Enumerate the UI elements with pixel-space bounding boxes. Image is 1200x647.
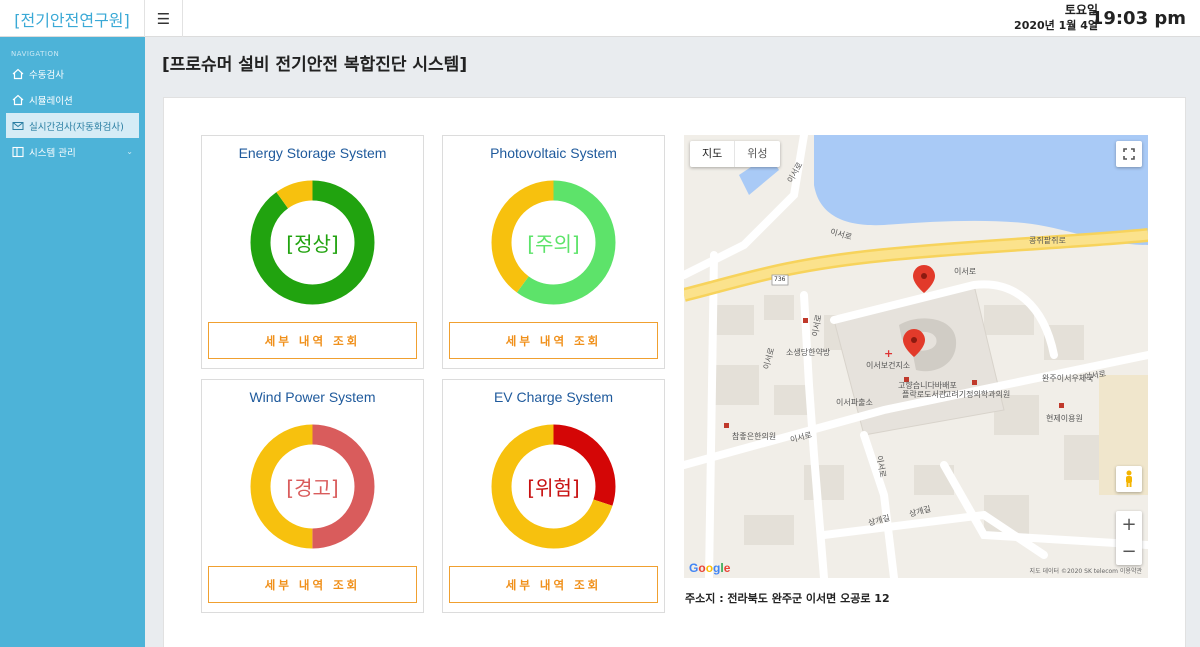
map-poi-label: 소생당한약방 bbox=[786, 348, 831, 357]
map-poi-label: 완주이서우체국 bbox=[1042, 374, 1094, 383]
system-card-ess: Energy Storage System [정상] 세부 내역 조회 bbox=[201, 135, 424, 369]
google-logo: Google bbox=[689, 561, 731, 575]
detail-button[interactable]: 세부 내역 조회 bbox=[449, 322, 658, 359]
map-poi-label: 이서보건지소 bbox=[866, 361, 911, 370]
tab-map[interactable]: 지도 bbox=[690, 141, 734, 167]
sidebar-item-label: 수동검사 bbox=[29, 69, 64, 81]
hamburger-icon[interactable]: ☰ bbox=[145, 0, 183, 37]
sidebar-item-realtime-inspection[interactable]: 실시간검사(자동화검사) bbox=[6, 113, 139, 138]
map-road-label: 이서로 bbox=[954, 267, 977, 276]
date-display: 토요일 2020년 1월 4일 bbox=[1014, 2, 1098, 34]
sidebar-item-manual-inspection[interactable]: 수동검사 bbox=[6, 61, 139, 86]
detail-button[interactable]: 세부 내역 조회 bbox=[208, 566, 417, 603]
sidebar-item-label: 실시간검사(자동화검사) bbox=[29, 121, 124, 133]
pegman-icon[interactable] bbox=[1116, 466, 1142, 492]
card-title: Photovoltaic System bbox=[490, 145, 617, 161]
map-poi-label: 현제이용원 bbox=[1046, 414, 1083, 423]
detail-button[interactable]: 세부 내역 조회 bbox=[208, 322, 417, 359]
brand-logo[interactable]: [전기안전연구원] bbox=[0, 0, 145, 37]
system-card-ev: EV Charge System [위험] 세부 내역 조회 bbox=[442, 379, 665, 613]
zoom-in-button[interactable]: + bbox=[1121, 511, 1136, 538]
nav-section-title: NAVIGATION bbox=[11, 50, 60, 58]
map-poi-label: 이서파출소 bbox=[836, 398, 873, 407]
status-label: [주의] bbox=[527, 232, 580, 256]
card-title: EV Charge System bbox=[493, 389, 614, 405]
page-title: [프로슈머 설비 전기안전 복합진단 시스템] bbox=[162, 55, 468, 75]
map-road-label: 콩쥐팥쥐로 bbox=[1029, 236, 1066, 245]
top-bar: [전기안전연구원] ☰ 토요일 2020년 1월 4일 19:03 pm bbox=[0, 0, 1200, 37]
date-text: 2020년 1월 4일 bbox=[1014, 19, 1098, 32]
status-label: [경고] bbox=[286, 476, 339, 500]
layout-icon bbox=[12, 146, 24, 157]
card-title: Wind Power System bbox=[249, 389, 376, 405]
map-poi-label: 참좋은한의원 bbox=[732, 432, 777, 441]
zoom-control: + − bbox=[1116, 511, 1142, 565]
fullscreen-icon[interactable] bbox=[1116, 141, 1142, 167]
status-label: [정상] bbox=[286, 232, 339, 256]
detail-button[interactable]: 세부 내역 조회 bbox=[449, 566, 658, 603]
map-poi-label: 고려기정의학과의원 bbox=[944, 390, 1011, 399]
mail-icon bbox=[12, 121, 24, 130]
chevron-down-icon: ⌄ bbox=[126, 147, 133, 156]
day-of-week: 토요일 bbox=[1064, 3, 1098, 17]
sidebar-item-label: 시뮬레이션 bbox=[29, 95, 73, 107]
address-text: 주소지 : 전라북도 완주군 이서면 오공로 12 bbox=[685, 592, 890, 605]
home-icon bbox=[12, 68, 24, 79]
map-type-tabs: 지도 위성 bbox=[690, 141, 780, 167]
route-badge: 736 bbox=[774, 276, 786, 283]
sidebar-item-label: 시스템 관리 bbox=[29, 147, 76, 159]
sidebar-item-simulation[interactable]: 시뮬레이션 bbox=[6, 87, 139, 112]
system-card-wind: Wind Power System [경고] 세부 내역 조회 bbox=[201, 379, 424, 613]
sidebar-item-system-admin[interactable]: 시스템 관리 ⌄ bbox=[6, 139, 139, 164]
tab-satellite[interactable]: 위성 bbox=[734, 141, 779, 167]
sidebar: NAVIGATION 수동검사 시뮬레이션 실시간검사(자동화검사) 시스템 관… bbox=[0, 37, 145, 647]
clock: 19:03 pm bbox=[1090, 8, 1186, 29]
status-label: [위험] bbox=[527, 476, 580, 500]
system-card-pv: Photovoltaic System [주의] 세부 내역 조회 bbox=[442, 135, 665, 369]
map-poi-label: 플락로도서관 bbox=[902, 390, 947, 399]
svg-text:+: + bbox=[884, 347, 893, 360]
home-icon bbox=[12, 94, 24, 105]
card-title: Energy Storage System bbox=[238, 145, 387, 161]
zoom-out-button[interactable]: − bbox=[1121, 538, 1136, 565]
map-view[interactable]: + 736 이서로 이서로 콩쥐팥쥐로 이서로 이서로 이서로 이서로 이서로 … bbox=[684, 135, 1148, 578]
map-attribution[interactable]: 지도 데이터 ©2020 SK telecom 이용약관 bbox=[1030, 566, 1142, 575]
